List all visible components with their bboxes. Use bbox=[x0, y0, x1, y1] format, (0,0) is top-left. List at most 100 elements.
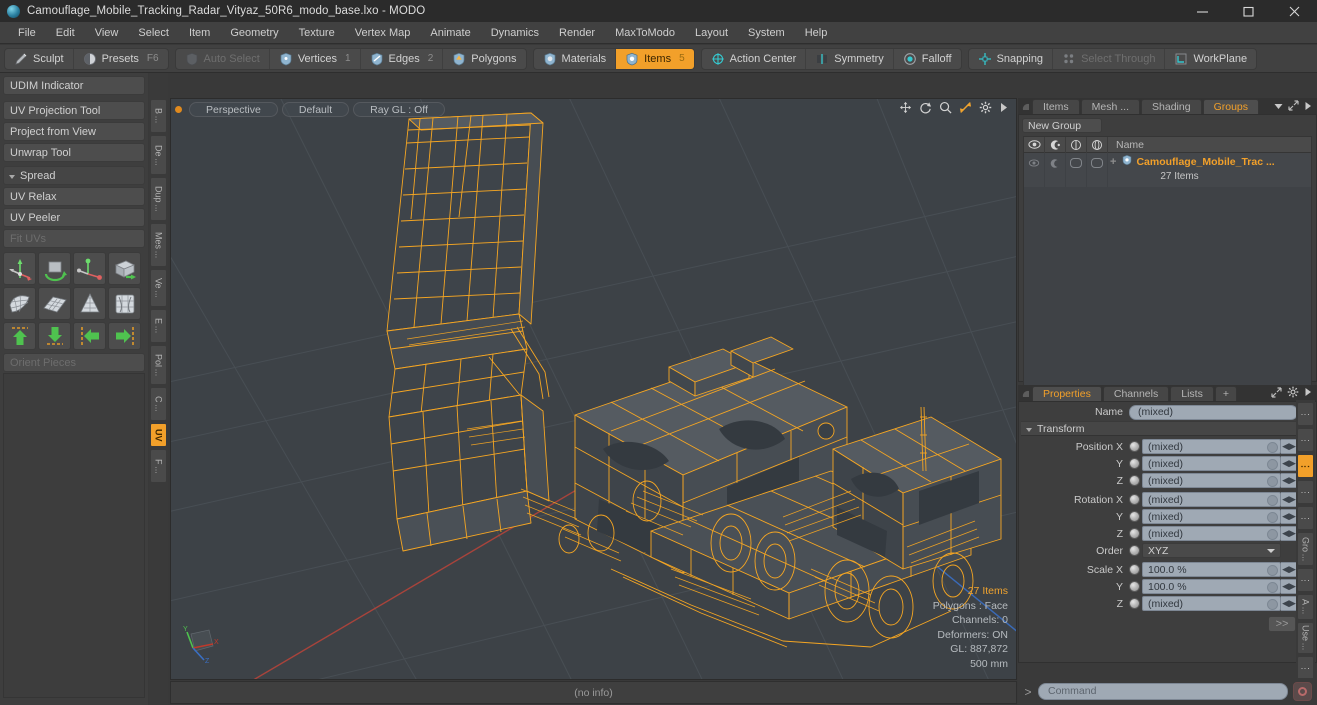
scale-y-knob[interactable] bbox=[1267, 582, 1278, 593]
table-row[interactable]: + Camouflage_Mobile_Trac ... 27 Items bbox=[1024, 153, 1311, 187]
vtab-curve[interactable]: C ... bbox=[150, 387, 167, 421]
falloff-button[interactable]: Falloff bbox=[894, 49, 961, 69]
vertices-button[interactable]: Vertices 1 bbox=[270, 48, 361, 69]
row-visibility-toggle[interactable] bbox=[1024, 153, 1045, 187]
rvtab-3[interactable]: ⋮ bbox=[1297, 454, 1314, 478]
rotation-z-knob[interactable] bbox=[1267, 529, 1278, 540]
menu-file[interactable]: File bbox=[8, 22, 46, 44]
rvtab-2[interactable]: ⋮ bbox=[1297, 428, 1314, 452]
tab-channels[interactable]: Channels bbox=[1102, 386, 1170, 401]
vtab-polygon[interactable]: Pol ... bbox=[150, 345, 167, 385]
tab-shading[interactable]: Shading bbox=[1141, 99, 1202, 114]
fit-icon[interactable] bbox=[959, 101, 972, 117]
project-from-view-button[interactable]: Project from View bbox=[3, 122, 145, 141]
pan-icon[interactable] bbox=[899, 101, 912, 117]
position-y-knob[interactable] bbox=[1267, 459, 1278, 470]
vtab-fur[interactable]: F ... bbox=[150, 449, 167, 483]
new-group-button[interactable]: New Group bbox=[1022, 118, 1102, 133]
name-field[interactable]: (mixed) bbox=[1129, 404, 1298, 420]
maximize-icon[interactable] bbox=[1225, 0, 1271, 22]
tab-groups[interactable]: Groups bbox=[1202, 99, 1260, 114]
rotation-y-knob[interactable] bbox=[1267, 512, 1278, 523]
viewport-raygl-button[interactable]: Ray GL : Off bbox=[353, 101, 445, 117]
play-arrow-icon[interactable] bbox=[1304, 387, 1312, 400]
spread-section-header[interactable]: Spread bbox=[3, 166, 145, 185]
align-left-icon[interactable] bbox=[73, 322, 106, 350]
rotation-y-radio[interactable] bbox=[1129, 511, 1140, 522]
viewport-3d[interactable]: Perspective Default Ray GL : Off 27 Item… bbox=[170, 98, 1017, 680]
scale-y-field[interactable]: 100.0 % bbox=[1142, 579, 1281, 594]
rvtab-7[interactable]: ⋮ bbox=[1297, 568, 1314, 592]
command-input[interactable]: Command bbox=[1038, 683, 1288, 700]
select-through-button[interactable]: Select Through bbox=[1053, 48, 1166, 69]
polygons-button[interactable]: Polygons bbox=[443, 49, 525, 69]
position-x-field[interactable]: (mixed) bbox=[1142, 439, 1281, 454]
uv-scale-icon[interactable] bbox=[73, 252, 106, 285]
scale-z-field[interactable]: (mixed) bbox=[1142, 596, 1281, 611]
tab-add[interactable]: + bbox=[1214, 386, 1237, 401]
vtab-uv[interactable]: UV bbox=[150, 423, 167, 447]
row-wireframe-toggle[interactable] bbox=[1087, 153, 1108, 187]
items-button[interactable]: Items 5 bbox=[616, 48, 694, 69]
order-dropdown[interactable]: XYZ bbox=[1142, 543, 1281, 558]
fit-uvs-button[interactable]: Fit UVs bbox=[3, 229, 145, 248]
vtab-deform[interactable]: De ... bbox=[150, 135, 167, 175]
rotation-x-knob[interactable] bbox=[1267, 495, 1278, 506]
menu-help[interactable]: Help bbox=[795, 22, 838, 44]
rvtab-5[interactable]: ⋮ bbox=[1297, 506, 1314, 530]
rvtab-10[interactable]: ⋮ bbox=[1297, 656, 1314, 680]
settings-gear-icon[interactable] bbox=[1287, 386, 1299, 401]
align-right-icon[interactable] bbox=[108, 322, 141, 350]
menu-render[interactable]: Render bbox=[549, 22, 605, 44]
unwrap-tool-button[interactable]: Unwrap Tool bbox=[3, 143, 145, 162]
rotation-y-field[interactable]: (mixed) bbox=[1142, 509, 1281, 524]
sculpt-button[interactable]: Sculpt bbox=[5, 48, 74, 69]
expand-icon[interactable] bbox=[1271, 386, 1282, 401]
zoom-icon[interactable] bbox=[939, 101, 952, 117]
viewport-mode-button[interactable]: Perspective bbox=[189, 101, 278, 117]
scale-x-field[interactable]: 100.0 % bbox=[1142, 562, 1281, 577]
align-up-icon[interactable] bbox=[3, 322, 36, 350]
uv-move-icon[interactable] bbox=[3, 252, 36, 285]
workplane-button[interactable]: WorkPlane bbox=[1165, 49, 1256, 69]
edges-button[interactable]: Edges 2 bbox=[361, 48, 444, 69]
rvtab-use[interactable]: Use ... bbox=[1297, 622, 1314, 654]
record-icon[interactable] bbox=[1293, 682, 1312, 701]
properties-more-button[interactable]: >> bbox=[1268, 616, 1296, 632]
rotate-icon[interactable] bbox=[919, 101, 932, 117]
scale-x-radio[interactable] bbox=[1129, 564, 1140, 575]
menu-layout[interactable]: Layout bbox=[685, 22, 738, 44]
position-x-knob[interactable] bbox=[1267, 442, 1278, 453]
udim-indicator-button[interactable]: UDIM Indicator bbox=[3, 76, 145, 95]
scale-z-knob[interactable] bbox=[1267, 599, 1278, 610]
uv-grid-flat-icon[interactable] bbox=[38, 287, 71, 320]
groups-tree-body[interactable] bbox=[1024, 187, 1311, 400]
vtab-duplicate[interactable]: Dup ... bbox=[150, 177, 167, 221]
lock-icon[interactable] bbox=[1066, 136, 1087, 153]
rotation-x-radio[interactable] bbox=[1129, 494, 1140, 505]
play-arrow-icon[interactable] bbox=[999, 102, 1008, 116]
menu-geometry[interactable]: Geometry bbox=[220, 22, 288, 44]
rvtab-groups[interactable]: Gro ... bbox=[1297, 532, 1314, 566]
render-icon[interactable] bbox=[1045, 136, 1066, 153]
menu-view[interactable]: View bbox=[85, 22, 129, 44]
menu-maxtomodo[interactable]: MaxToModo bbox=[605, 22, 685, 44]
settings-gear-icon[interactable] bbox=[979, 101, 992, 117]
action-center-button[interactable]: Action Center bbox=[702, 48, 807, 69]
menu-system[interactable]: System bbox=[738, 22, 795, 44]
align-down-icon[interactable] bbox=[38, 322, 71, 350]
tab-mesh[interactable]: Mesh ... bbox=[1080, 99, 1141, 114]
menu-animate[interactable]: Animate bbox=[420, 22, 480, 44]
auto-select-button[interactable]: Auto Select bbox=[176, 48, 270, 69]
materials-button[interactable]: Materials bbox=[534, 48, 617, 69]
expand-icon[interactable] bbox=[1288, 100, 1299, 114]
position-z-knob[interactable] bbox=[1267, 476, 1278, 487]
menu-vertex-map[interactable]: Vertex Map bbox=[345, 22, 421, 44]
tab-items[interactable]: Items bbox=[1032, 99, 1080, 114]
rvtab-4[interactable]: ⋮ bbox=[1297, 480, 1314, 504]
uv-cone-icon[interactable] bbox=[73, 287, 106, 320]
scale-x-knob[interactable] bbox=[1267, 565, 1278, 576]
menu-select[interactable]: Select bbox=[128, 22, 179, 44]
wireframe-icon[interactable] bbox=[1087, 136, 1108, 153]
close-icon[interactable] bbox=[1271, 0, 1317, 22]
